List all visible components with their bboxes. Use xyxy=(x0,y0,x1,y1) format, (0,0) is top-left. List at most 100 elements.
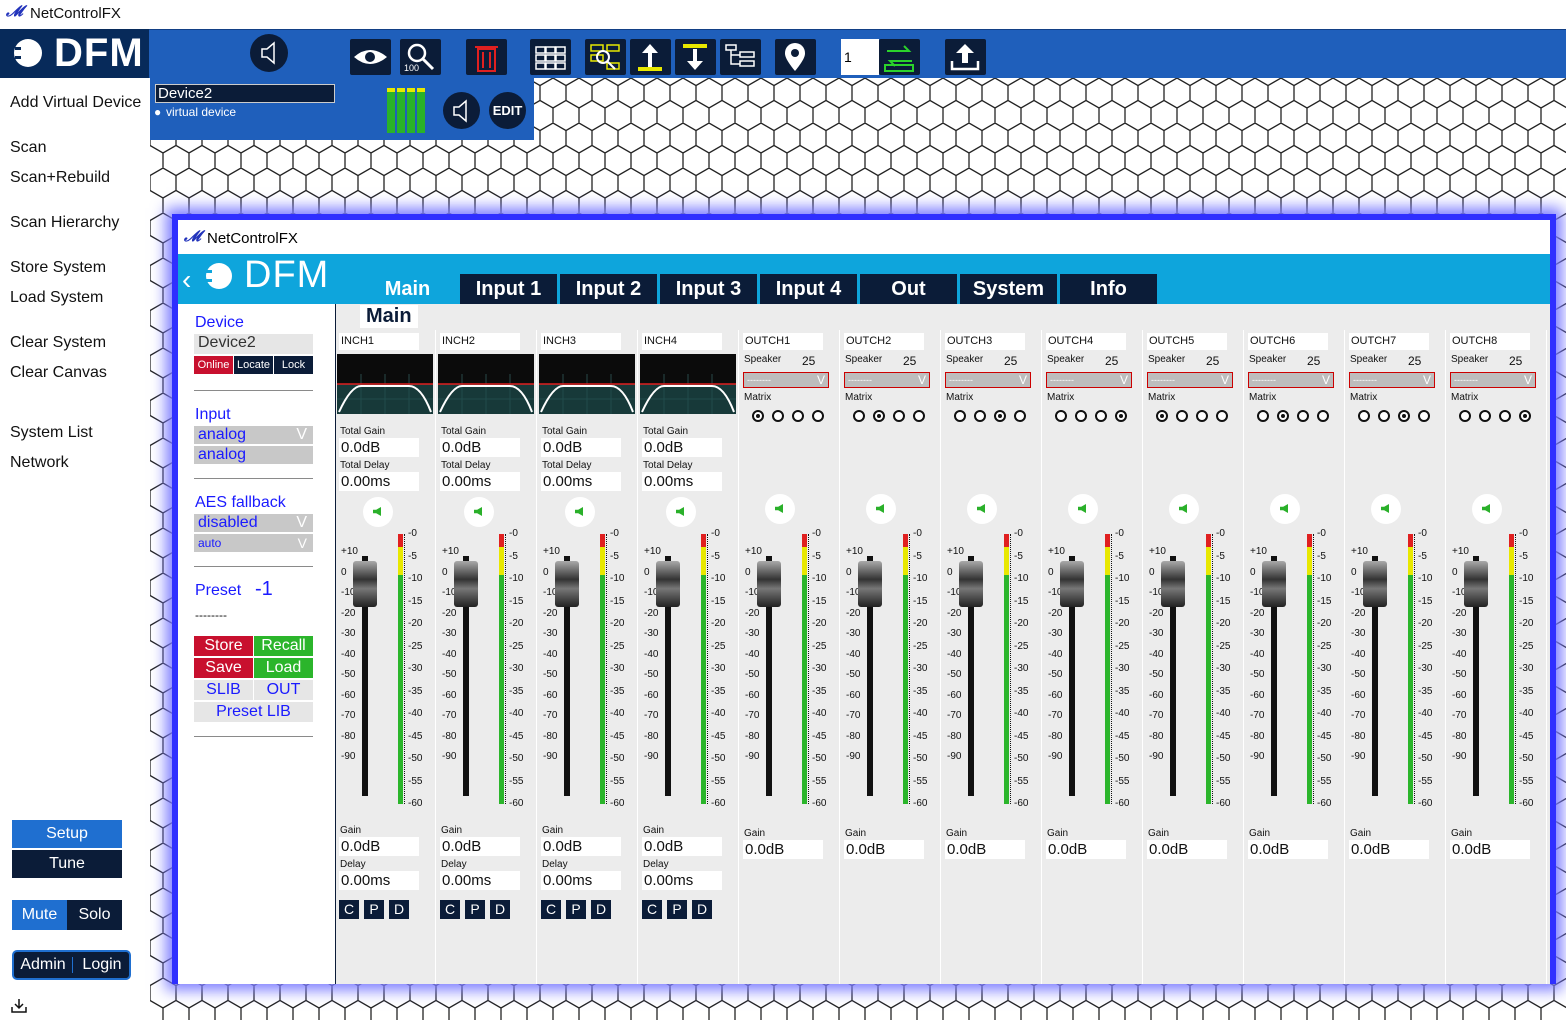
speaker-mute-icon[interactable] xyxy=(765,494,795,524)
fader-knob[interactable] xyxy=(555,561,579,607)
speaker-mute-icon[interactable] xyxy=(967,494,997,524)
c-button[interactable]: C xyxy=(339,900,359,919)
tab-input-3[interactable]: Input 3 xyxy=(660,274,757,304)
device-speaker-icon[interactable] xyxy=(443,92,480,129)
matrix-point[interactable] xyxy=(1459,410,1471,422)
fader-knob[interactable] xyxy=(757,561,781,607)
tab-system[interactable]: System xyxy=(960,274,1057,304)
matrix-point[interactable] xyxy=(954,410,966,422)
fader-knob[interactable] xyxy=(858,561,882,607)
locate-button[interactable]: Locate xyxy=(234,356,273,374)
login-button[interactable]: Login xyxy=(73,952,131,978)
total-delay-value[interactable]: 0.00ms xyxy=(440,472,520,491)
speaker-select[interactable]: -------- V xyxy=(844,372,930,388)
sidebar-item-load-system[interactable]: Load System xyxy=(10,289,103,307)
gain-value[interactable]: 0.0dB xyxy=(1450,840,1530,859)
delay-value[interactable]: 0.00ms xyxy=(541,871,621,890)
sidebar-item-system-list[interactable]: System List xyxy=(10,424,93,442)
fader-knob[interactable] xyxy=(1262,561,1286,607)
matrix-point[interactable] xyxy=(1519,410,1531,422)
gain-value[interactable]: 0.0dB xyxy=(945,840,1025,859)
gain-value[interactable]: 0.0dB xyxy=(844,840,924,859)
p-button[interactable]: P xyxy=(364,900,384,919)
gain-value[interactable]: 0.0dB xyxy=(1046,840,1126,859)
speaker-mute-icon[interactable] xyxy=(866,494,896,524)
d-button[interactable]: D xyxy=(692,900,712,919)
c-button[interactable]: C xyxy=(642,900,662,919)
edit-button[interactable]: EDIT xyxy=(489,92,526,129)
sidebar-item-add-virtual-device[interactable]: Add Virtual Device xyxy=(10,94,141,112)
tab-input-4[interactable]: Input 4 xyxy=(760,274,857,304)
speaker-mute-icon[interactable] xyxy=(1270,494,1300,524)
total-gain-value[interactable]: 0.0dB xyxy=(440,438,520,457)
speaker-mute-icon[interactable] xyxy=(1169,494,1199,524)
tree-icon[interactable] xyxy=(720,39,761,75)
sidebar-item-scan[interactable]: Scan xyxy=(10,139,46,157)
speaker-select[interactable]: -------- V xyxy=(1248,372,1334,388)
fader-knob[interactable] xyxy=(353,561,377,607)
matrix-point[interactable] xyxy=(752,410,764,422)
delay-value[interactable]: 0.00ms xyxy=(642,871,722,890)
matrix-point[interactable] xyxy=(1014,410,1026,422)
sidebar-item-clear-canvas[interactable]: Clear Canvas xyxy=(10,364,107,382)
sidebar-item-clear-system[interactable]: Clear System xyxy=(10,334,106,352)
p-button[interactable]: P xyxy=(566,900,586,919)
fader-knob[interactable] xyxy=(1060,561,1084,607)
gain-value[interactable]: 0.0dB xyxy=(642,837,722,856)
matrix-point[interactable] xyxy=(1479,410,1491,422)
matrix-point[interactable] xyxy=(1156,410,1168,422)
speaker-mute-icon[interactable] xyxy=(464,497,494,527)
matrix-point[interactable] xyxy=(1277,410,1289,422)
matrix-point[interactable] xyxy=(873,410,885,422)
upload-icon[interactable] xyxy=(945,39,986,75)
fader-knob[interactable] xyxy=(1363,561,1387,607)
matrix-point[interactable] xyxy=(1378,410,1390,422)
back-icon[interactable]: ‹ xyxy=(182,264,191,296)
matrix-point[interactable] xyxy=(772,410,784,422)
matrix-point[interactable] xyxy=(1398,410,1410,422)
total-delay-value[interactable]: 0.00ms xyxy=(339,472,419,491)
find-device-icon[interactable] xyxy=(585,39,626,75)
matrix-point[interactable] xyxy=(853,410,865,422)
store-button[interactable]: Store xyxy=(194,636,253,656)
matrix-point[interactable] xyxy=(913,410,925,422)
preset-number-input[interactable] xyxy=(841,39,879,75)
lock-button[interactable]: Lock xyxy=(274,356,313,374)
tab-input-2[interactable]: Input 2 xyxy=(560,274,657,304)
gain-value[interactable]: 0.0dB xyxy=(743,840,823,859)
speaker-icon[interactable] xyxy=(250,34,288,72)
tab-input-1[interactable]: Input 1 xyxy=(460,274,557,304)
online-button[interactable]: Online xyxy=(194,356,233,374)
eye-icon[interactable] xyxy=(350,39,391,75)
total-gain-value[interactable]: 0.0dB xyxy=(642,438,722,457)
out-button[interactable]: OUT xyxy=(254,680,313,700)
input-select[interactable]: analog V xyxy=(194,426,313,444)
speaker-mute-icon[interactable] xyxy=(363,497,393,527)
eq-graph[interactable] xyxy=(640,354,736,414)
total-delay-value[interactable]: 0.00ms xyxy=(541,472,621,491)
eq-graph[interactable] xyxy=(337,354,433,414)
total-delay-value[interactable]: 0.00ms xyxy=(642,472,722,491)
d-button[interactable]: D xyxy=(490,900,510,919)
c-button[interactable]: C xyxy=(440,900,460,919)
save-button[interactable]: Save xyxy=(194,658,253,678)
c-button[interactable]: C xyxy=(541,900,561,919)
mute-button[interactable]: Mute xyxy=(12,900,67,930)
transfer-icon[interactable] xyxy=(879,39,920,75)
speaker-mute-icon[interactable] xyxy=(565,497,595,527)
matrix-point[interactable] xyxy=(1115,410,1127,422)
p-button[interactable]: P xyxy=(465,900,485,919)
preset-lib-button[interactable]: Preset LIB xyxy=(194,702,313,722)
admin-button[interactable]: Admin xyxy=(14,952,72,978)
location-pin-icon[interactable] xyxy=(775,39,816,75)
matrix-point[interactable] xyxy=(1176,410,1188,422)
d-button[interactable]: D xyxy=(591,900,611,919)
total-gain-value[interactable]: 0.0dB xyxy=(541,438,621,457)
speaker-mute-icon[interactable] xyxy=(1472,494,1502,524)
sidebar-item-scan-rebuild[interactable]: Scan+Rebuild xyxy=(10,169,110,187)
matrix-point[interactable] xyxy=(1317,410,1329,422)
tune-button[interactable]: Tune xyxy=(12,850,122,878)
align-top-icon[interactable] xyxy=(630,39,671,75)
matrix-point[interactable] xyxy=(1499,410,1511,422)
gain-value[interactable]: 0.0dB xyxy=(1349,840,1429,859)
